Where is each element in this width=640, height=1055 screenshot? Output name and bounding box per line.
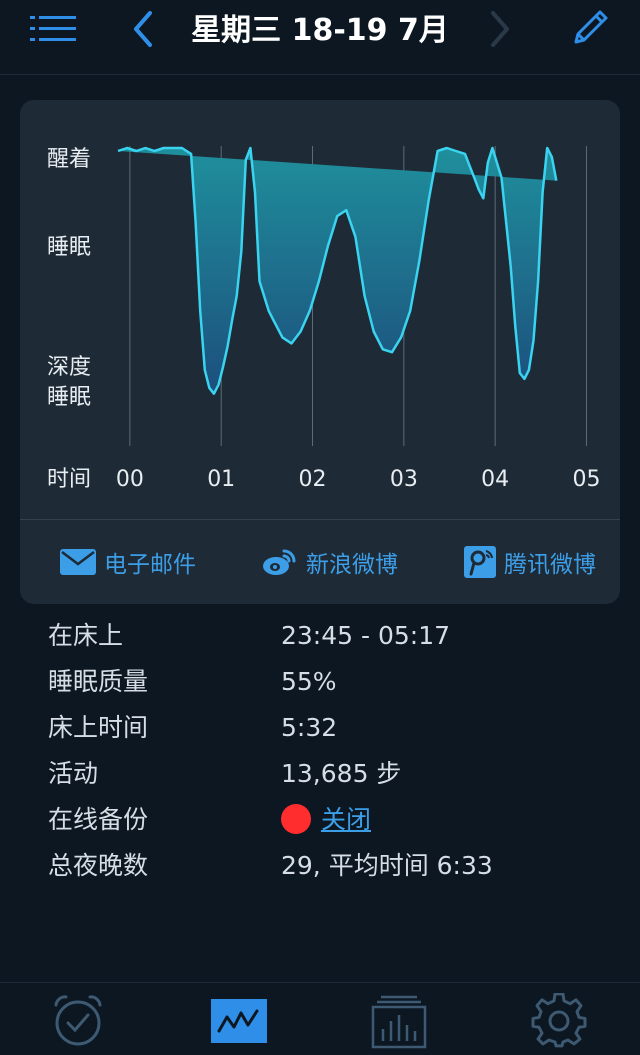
x-tick-label: 00 [116, 467, 144, 492]
stat-value: 29, 平均时间 6:33 [281, 851, 493, 880]
bottom-tab-bar [0, 982, 640, 1055]
sleep-area [118, 148, 557, 394]
stat-row-quality: 睡眠质量 55% [48, 660, 608, 706]
x-tick-label: 03 [390, 467, 418, 492]
stat-label: 在线备份 [48, 805, 149, 834]
weibo-icon [263, 549, 296, 575]
statistics-icon[interactable] [371, 993, 427, 1049]
x-tick-label: 05 [572, 467, 600, 492]
x-tick-label: 04 [481, 467, 509, 492]
x-tick-label: 02 [299, 467, 327, 492]
stat-label: 总夜晚数 [48, 851, 149, 880]
chevron-left-icon[interactable] [128, 10, 158, 48]
stat-value: 23:45 - 05:17 [281, 621, 451, 650]
stat-row-online-backup: 在线备份 关闭 [48, 798, 608, 844]
sleep-stats: 在床上 23:45 - 05:17 睡眠质量 55% 床上时间 5:32 活动 … [48, 614, 608, 890]
share-tencent-button[interactable]: 腾讯微博 [464, 544, 596, 580]
stat-row-total-nights: 总夜晚数 29, 平均时间 6:33 [48, 844, 608, 890]
tencent-weibo-icon [464, 546, 496, 578]
sleep-graph-icon[interactable] [211, 993, 267, 1049]
alarm-clock-icon[interactable] [50, 993, 106, 1049]
sleep-graph-card: 醒着 睡眠 深度 睡眠 时间 00 01 02 03 04 05 电子邮件 新浪微博 [20, 100, 620, 604]
stat-value-backup: 关闭 [281, 798, 371, 842]
stat-row-activity: 活动 13,685 步 [48, 752, 608, 798]
stat-value: 13,685 步 [281, 759, 402, 788]
x-tick-label: 01 [207, 467, 235, 492]
status-indicator [281, 804, 311, 834]
y-label-deep-2: 睡眠 [47, 385, 91, 410]
top-bar: 星期三 18-19 7月 [0, 0, 640, 75]
share-weibo-button[interactable]: 新浪微博 [262, 544, 398, 580]
stat-label: 在床上 [48, 621, 124, 650]
backup-toggle-link[interactable]: 关闭 [321, 805, 371, 834]
stat-value: 5:32 [281, 713, 338, 742]
share-email-button[interactable]: 电子邮件 [60, 544, 196, 580]
share-row: 电子邮件 新浪微博 腾讯微博 [20, 520, 620, 604]
y-label-deep-1: 深度 [47, 355, 91, 380]
chevron-right-icon[interactable] [485, 10, 515, 48]
menu-icon[interactable] [30, 14, 76, 44]
share-tencent-label: 腾讯微博 [504, 552, 596, 578]
page-title: 星期三 18-19 7月 [191, 13, 449, 48]
x-axis-label: 时间 [47, 467, 91, 492]
share-weibo-label: 新浪微博 [306, 552, 398, 578]
y-label-sleep: 睡眠 [47, 235, 91, 260]
stat-row-in-bed: 在床上 23:45 - 05:17 [48, 614, 608, 660]
stat-label: 床上时间 [48, 713, 149, 742]
stat-label: 活动 [48, 759, 99, 788]
y-label-awake: 醒着 [47, 147, 91, 172]
share-email-label: 电子邮件 [104, 552, 196, 578]
settings-gear-icon[interactable] [531, 993, 587, 1049]
pencil-icon[interactable] [568, 8, 610, 50]
stat-value: 55% [281, 667, 337, 696]
stat-label: 睡眠质量 [48, 667, 149, 696]
mail-icon [60, 549, 96, 575]
stat-row-time-in-bed: 床上时间 5:32 [48, 706, 608, 752]
sleep-chart[interactable]: 醒着 睡眠 深度 睡眠 时间 00 01 02 03 04 05 [20, 100, 620, 520]
